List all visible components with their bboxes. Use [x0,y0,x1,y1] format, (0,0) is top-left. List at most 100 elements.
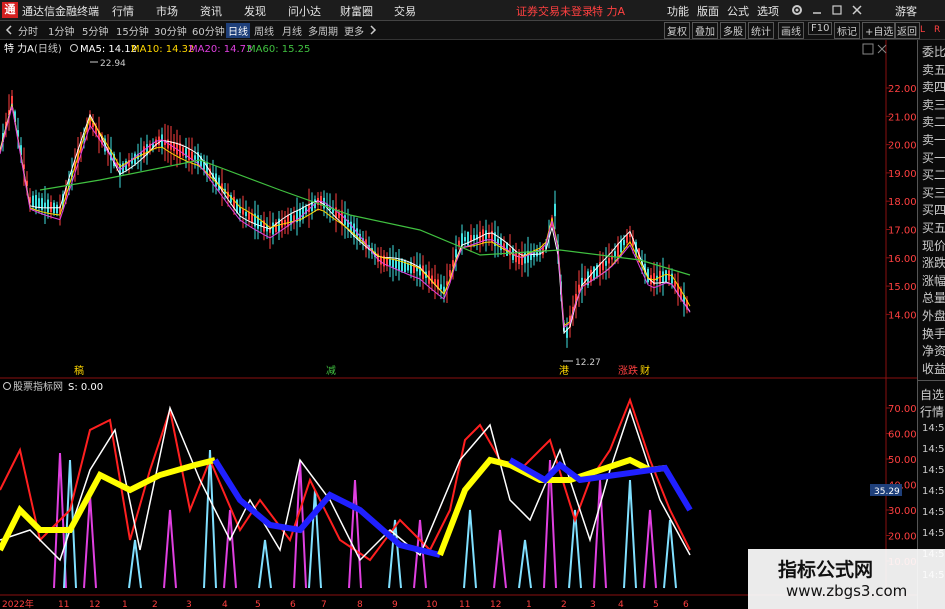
watermark-url: www.zbgs3.com [786,582,908,600]
menu-item-xuanxiang[interactable]: 选项 [757,3,779,19]
login-status[interactable]: 证券交易未登录 [516,3,593,19]
settings-dot-icon[interactable] [70,44,78,52]
event-marker-1[interactable]: 稿 [74,364,84,377]
quote-item-11[interactable]: 现价 [922,237,945,254]
time-tick-18: 4 [618,600,624,609]
quote-item-4[interactable]: 卖二 [922,113,945,130]
side-tab-zixuan[interactable]: 自选 [920,386,944,403]
time-tick-1: 11 [58,600,69,609]
legend-period: (日线) [34,42,62,55]
app-title: 通达信金融终端 [22,5,99,18]
quote-side-panel: L R 委比 卖五 卖四 卖三 卖二 卖一 买一 买二 买三 买四 买五 现价 涨跌 涨幅 总量 外盘 换手 净资… [917,25,945,609]
menu-item-hangqing[interactable]: 行情 [112,3,134,19]
quote-item-7[interactable]: 买二 [922,166,945,183]
chevron-right-icon[interactable] [368,25,378,35]
stock-short-name: 特 力A [592,5,626,18]
time-tick-8: 6 [290,600,296,609]
price-tick-3: 19.00 [888,169,917,180]
period-more[interactable]: 更多 [344,23,364,38]
annotation-high: 22.94 [100,59,126,69]
gear-icon[interactable] [790,3,804,17]
f10-button[interactable]: F10 [808,22,833,35]
back-button[interactable]: 返回 [894,22,920,39]
quote-item-10[interactable]: 买五 [922,219,945,236]
chart-area[interactable]: 22.00 21.00 20.00 19.00 18.00 17.00 16.00 15.00… [0,40,945,609]
duogu-button[interactable]: 多股 [720,22,746,39]
quote-item-8[interactable]: 买三 [922,184,945,201]
time-tick-14: 12 [490,600,501,609]
period-multi[interactable]: 多周期 [308,23,338,38]
menu-item-zixun[interactable]: 资讯 [200,3,222,19]
period-15min[interactable]: 15分钟 [116,23,149,38]
side-label-l: L [920,25,926,35]
indicator-chart [0,397,693,589]
add-watchlist-button[interactable]: +自选 [862,22,897,39]
quote-item-2[interactable]: 卖四 [922,78,945,95]
indicator-settings-icon[interactable] [3,382,11,390]
time-item-3: 14:5 [922,486,945,497]
quote-item-3[interactable]: 卖三 [922,96,945,113]
period-60min[interactable]: 60分钟 [192,23,225,38]
legend-ma60: MA60: 15.25 [247,44,310,55]
period-weekly[interactable]: 周线 [254,23,274,38]
quote-item-14[interactable]: 总量 [922,289,945,306]
price-tick-8: 14.00 [888,310,917,321]
period-5min[interactable]: 5分钟 [82,23,108,38]
time-tick-13: 11 [459,600,470,609]
minimize-icon[interactable] [810,3,824,17]
indicator-tick-1: 60.00 [888,430,917,441]
time-tick-6: 4 [222,600,228,609]
quote-item-5[interactable]: 卖一 [922,131,945,148]
menu-item-shichang[interactable]: 市场 [156,3,178,19]
menu-item-gongshi[interactable]: 公式 [727,3,749,19]
price-tick-7: 15.00 [888,282,917,293]
event-marker-5[interactable]: 财 [640,364,650,377]
quote-item-9[interactable]: 买四 [922,201,945,218]
time-tick-2: 12 [89,600,100,609]
diejia-button[interactable]: 叠加 [692,22,718,39]
user-label[interactable]: 游客 [895,3,917,19]
toggle-icon[interactable] [862,43,874,55]
side-tab-hangqing[interactable]: 行情 [920,403,944,420]
quote-item-15[interactable]: 外盘 [922,307,945,324]
tongji-button[interactable]: 统计 [748,22,774,39]
quote-item-18[interactable]: 收益 [922,360,945,377]
quote-item-12[interactable]: 涨跌 [922,254,945,271]
menu-item-caifuquan[interactable]: 财富圈 [340,3,373,19]
quote-item-1[interactable]: 卖五 [922,61,945,78]
quote-item-0[interactable]: 委比 [922,43,945,60]
event-marker-4[interactable]: 涨跌 [618,364,638,377]
price-tick-6: 16.00 [888,254,917,265]
period-30min[interactable]: 30分钟 [154,23,187,38]
panel-close-icon[interactable] [877,44,887,54]
fuquan-button[interactable]: 复权 [664,22,690,39]
period-monthly[interactable]: 月线 [282,23,302,38]
event-marker-3[interactable]: 港 [559,365,569,377]
biaoji-button[interactable]: 标记 [834,22,860,39]
menu-item-gongneng[interactable]: 功能 [667,3,689,19]
time-tick-5: 3 [186,600,192,609]
period-1min[interactable]: 1分钟 [48,23,74,38]
time-tick-12: 10 [426,600,438,609]
time-tick-0: 2022年 [2,598,34,609]
watermark-banner: 指标公式网 www.zbgs3.com [748,549,945,609]
time-tick-3: 1 [122,600,128,609]
menu-item-banmian[interactable]: 版面 [697,3,719,19]
quote-item-17[interactable]: 净资 [922,342,945,359]
event-marker-2[interactable]: 减 [326,365,336,377]
close-icon[interactable] [850,3,864,17]
period-daily[interactable]: 日线 [226,23,250,38]
indicator-value: S: 0.00 [68,382,103,393]
time-tick-4: 2 [152,600,158,609]
menu-item-faxian[interactable]: 发现 [244,3,266,19]
menu-item-jiaoyi[interactable]: 交易 [394,3,416,19]
menu-item-wenxiaoda[interactable]: 问小达 [288,3,321,19]
quote-item-16[interactable]: 换手 [922,325,945,342]
chevron-left-icon[interactable] [4,25,14,35]
legend-ma20: MA20: 14.73 [189,44,252,55]
quote-item-13[interactable]: 涨幅 [922,272,945,289]
period-fenshi[interactable]: 分时 [18,23,38,38]
maximize-icon[interactable] [830,3,844,17]
quote-item-6[interactable]: 买一 [922,149,945,166]
huaxian-button[interactable]: 画线 [778,22,804,39]
